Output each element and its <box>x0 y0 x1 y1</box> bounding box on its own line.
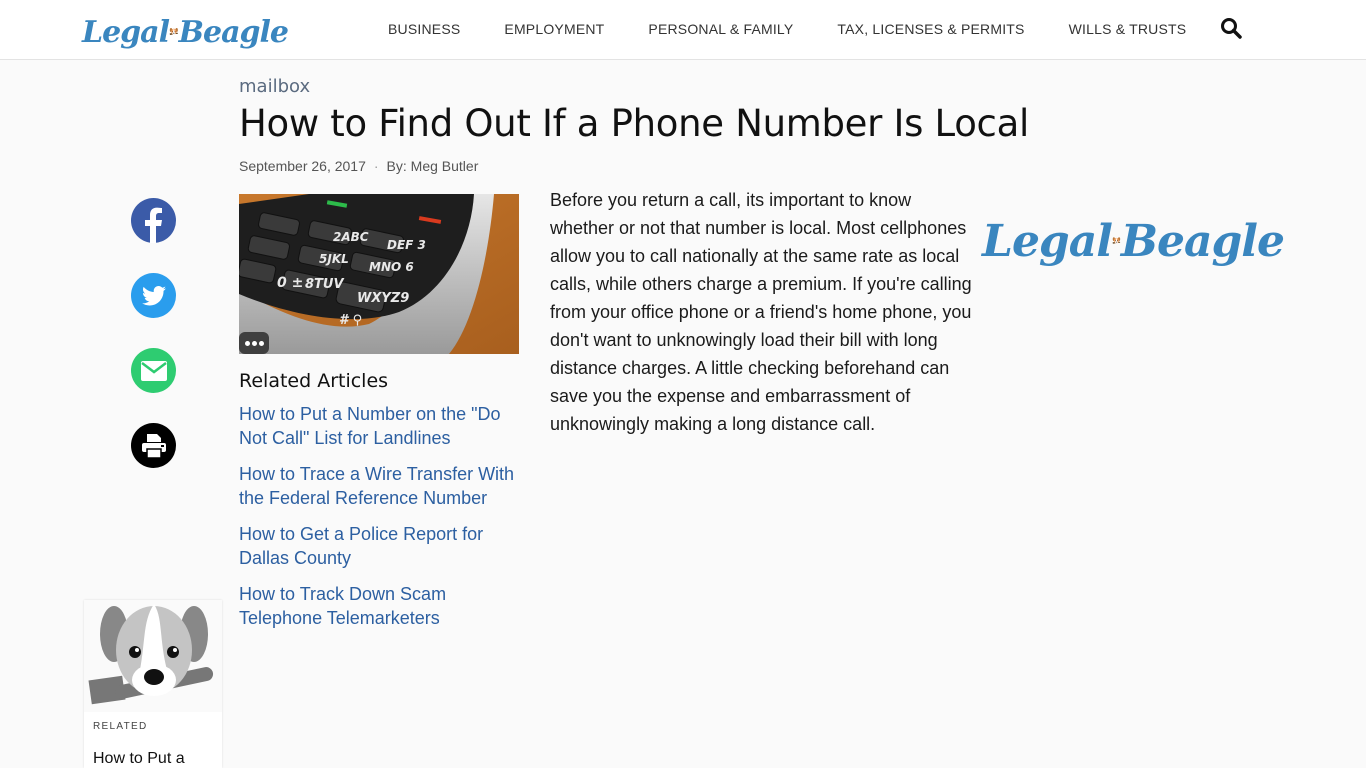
svg-text:8TUV: 8TUV <box>305 277 344 292</box>
article-date: September 26, 2017 <box>239 158 366 174</box>
nav-item-tax-licenses-permits[interactable]: TAX, LICENSES & PERMITS <box>837 21 1024 37</box>
svg-text:MNO 6: MNO 6 <box>369 260 414 274</box>
related-article-item: How to Get a Police Report for Dallas Co… <box>239 522 524 570</box>
nav-item-business[interactable]: BUSINESS <box>388 21 460 37</box>
beagle-placeholder-icon <box>88 604 214 705</box>
svg-text:5JKL: 5JKL <box>319 252 349 266</box>
logo-text-right: Beagle <box>1120 215 1285 267</box>
dot-icon <box>251 340 257 346</box>
nav-item-employment[interactable]: EMPLOYMENT <box>504 21 604 37</box>
sidebar-logo[interactable]: Legal Beagle <box>982 206 1285 276</box>
svg-text:DEF 3: DEF 3 <box>387 238 426 252</box>
logo-text-left: Legal <box>82 14 170 50</box>
site-logo[interactable]: Legal Beagle <box>82 8 289 56</box>
related-article-item: How to Put a Number on the "Do Not Call"… <box>239 402 524 450</box>
related-article-item: How to Trace a Wire Transfer With the Fe… <box>239 462 524 510</box>
share-email-button[interactable] <box>131 348 176 393</box>
nav-item-personal-family[interactable]: PERSONAL & FAMILY <box>648 21 793 37</box>
share-twitter-button[interactable] <box>131 273 176 318</box>
related-article-link[interactable]: How to Track Down Scam Telephone Telemar… <box>239 582 524 630</box>
beagle-logo-icon <box>1112 237 1121 244</box>
related-articles-heading: Related Articles <box>239 370 389 392</box>
svg-text:WXYZ9: WXYZ9 <box>357 291 409 306</box>
print-icon <box>141 433 166 459</box>
logo-text-left: Legal <box>982 215 1113 267</box>
beagle-logo-icon <box>169 27 178 36</box>
svg-text:2ABC: 2ABC <box>333 230 369 244</box>
related-article-link[interactable]: How to Get a Police Report for Dallas Co… <box>239 522 524 570</box>
nav-item-wills-trusts[interactable]: WILLS & TRUSTS <box>1069 21 1187 37</box>
article-author[interactable]: By: Meg Butler <box>387 158 479 174</box>
related-article-link[interactable]: How to Put a Number on the "Do Not Call"… <box>239 402 524 450</box>
image-more-button[interactable] <box>239 332 269 354</box>
dot-icon <box>244 340 250 346</box>
related-card-label: RELATED <box>93 721 148 732</box>
related-article-item: How to Track Down Scam Telephone Telemar… <box>239 582 524 630</box>
site-header: Legal Beagle BUSINESS EMPLOYMENT PERSONA… <box>0 0 1366 60</box>
dot-icon <box>258 340 264 346</box>
share-facebook-button[interactable] <box>131 198 176 243</box>
meta-separator: · <box>373 158 379 174</box>
related-article-link[interactable]: How to Trace a Wire Transfer With the Fe… <box>239 462 524 510</box>
article-image[interactable]: 2ABC DEF 3 5JKL MNO 6 8TUV WXYZ9 0 ± # ⚲ <box>239 194 519 354</box>
article-title: How to Find Out If a Phone Number Is Loc… <box>239 102 1029 145</box>
related-card-thumbnail <box>84 600 222 712</box>
print-button[interactable] <box>131 423 176 468</box>
email-icon <box>140 360 167 381</box>
search-button[interactable] <box>1219 16 1243 40</box>
article-category[interactable]: mailbox <box>239 76 310 97</box>
logo-text-right: Beagle <box>178 14 289 50</box>
related-articles-list: How to Put a Number on the "Do Not Call"… <box>239 402 524 642</box>
article-meta: September 26, 2017 · By: Meg Butler <box>239 158 478 174</box>
related-card-title[interactable]: How to Put a <box>93 750 185 768</box>
twitter-icon <box>141 285 166 305</box>
related-card[interactable]: RELATED How to Put a <box>84 600 222 768</box>
svg-text:0 ±: 0 ± <box>277 275 303 291</box>
phone-keypad-image: 2ABC DEF 3 5JKL MNO 6 8TUV WXYZ9 0 ± # ⚲ <box>239 194 519 354</box>
search-icon <box>1221 18 1242 39</box>
main-nav: BUSINESS EMPLOYMENT PERSONAL & FAMILY TA… <box>366 0 1208 58</box>
svg-text:# ⚲: # ⚲ <box>339 313 362 328</box>
article-body: Before you return a call, its important … <box>550 190 972 434</box>
facebook-icon <box>145 207 162 243</box>
